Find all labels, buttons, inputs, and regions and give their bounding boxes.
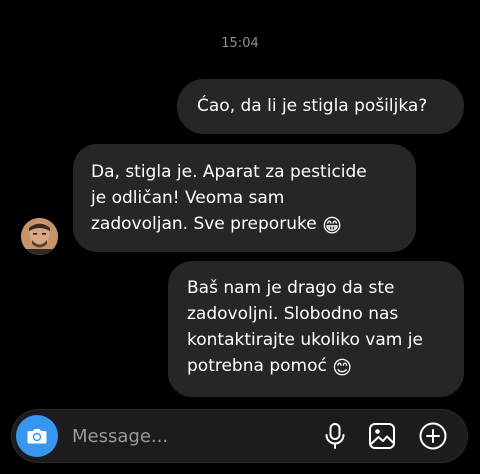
- message-bubble-outgoing[interactable]: Ćao, da li je stigla pošiljka?: [177, 79, 464, 134]
- message-line: zadovoljni. Slobodno nas: [187, 304, 399, 324]
- camera-button[interactable]: [16, 415, 58, 457]
- message-composer: [11, 409, 468, 463]
- camera-icon: [27, 429, 47, 444]
- message-line: Baš nam je drago da ste: [187, 278, 395, 298]
- message-bubble-outgoing[interactable]: Baš nam je drago da ste zadovoljni. Slob…: [168, 261, 464, 397]
- smiling-emoji: 😊: [332, 357, 353, 379]
- gallery-icon: [369, 423, 395, 449]
- avatar-image: [21, 218, 58, 255]
- message-line: zadovoljan. Sve preporuke: [91, 214, 317, 234]
- microphone-button[interactable]: [320, 421, 350, 451]
- plus-circle-icon: [419, 422, 447, 450]
- gallery-button[interactable]: [367, 421, 397, 451]
- message-text: Ćao, da li je stigla pošiljka?: [197, 96, 428, 116]
- add-button[interactable]: [418, 421, 448, 451]
- grinning-emoji: 😁: [322, 215, 342, 237]
- message-input[interactable]: [72, 423, 312, 449]
- message-line: je odličan! Veoma sam: [91, 188, 285, 208]
- message-line: Da, stigla je. Aparat za pesticide: [91, 162, 367, 182]
- sender-avatar[interactable]: [21, 218, 58, 255]
- message-timestamp: 15:04: [221, 36, 259, 51]
- microphone-icon: [325, 423, 345, 449]
- message-line: potrebna pomoć: [187, 356, 327, 376]
- message-bubble-incoming[interactable]: Da, stigla je. Aparat za pesticide je od…: [73, 144, 416, 252]
- message-line: kontaktirajte ukoliko vam je: [187, 330, 423, 350]
